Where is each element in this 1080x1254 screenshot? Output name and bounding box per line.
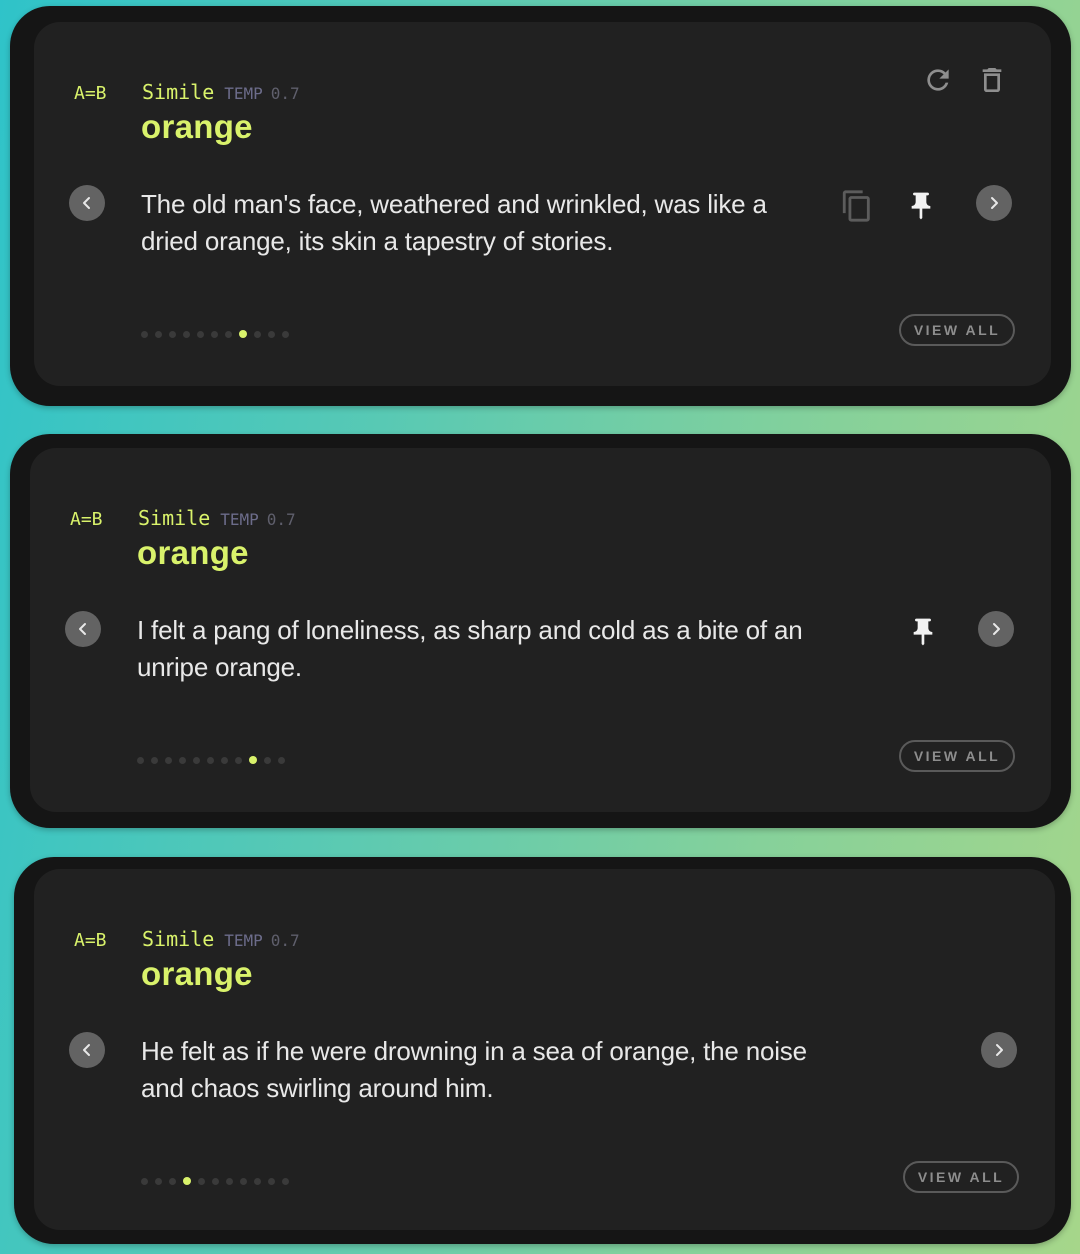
pagination-dot[interactable] xyxy=(198,1177,205,1185)
pagination-dot-active[interactable] xyxy=(239,330,247,338)
pagination-dot[interactable] xyxy=(197,330,204,338)
card-body: A=B Simile TEMP 0.7 orange He felt as if… xyxy=(34,869,1055,1230)
pagination-dot[interactable] xyxy=(264,756,271,764)
sentence-text: He felt as if he were drowning in a sea … xyxy=(141,1036,807,1103)
pagination-dot[interactable] xyxy=(235,756,242,764)
chevron-right-icon xyxy=(996,1044,1003,1056)
pagination-dot[interactable] xyxy=(212,1177,219,1185)
pagination-dot-active[interactable] xyxy=(183,1177,191,1185)
pagination-dot[interactable] xyxy=(155,330,162,338)
pagination-dot-active[interactable] xyxy=(249,756,257,764)
pagination-dot[interactable] xyxy=(207,756,214,764)
pagination-dot[interactable] xyxy=(155,1177,162,1185)
word-title: orange xyxy=(141,108,253,145)
pagination-dot[interactable] xyxy=(211,330,218,338)
card-header: A=B Simile TEMP 0.7 xyxy=(74,927,300,951)
type-label: Simile xyxy=(142,927,215,951)
prev-button[interactable] xyxy=(69,1032,105,1068)
pagination-dot[interactable] xyxy=(254,330,261,338)
temp-label: TEMP xyxy=(224,931,263,950)
next-button[interactable] xyxy=(978,611,1014,647)
type-label: Simile xyxy=(142,80,215,104)
temp-value: 0.7 xyxy=(270,931,300,950)
temp-label: TEMP xyxy=(224,84,263,103)
view-all-button[interactable]: VIEW ALL xyxy=(899,740,1015,772)
pagination-dot[interactable] xyxy=(151,756,158,764)
temp-value: 0.7 xyxy=(266,510,296,529)
card-header: A=B Simile TEMP 0.7 xyxy=(70,506,296,530)
copy-icon[interactable] xyxy=(838,186,876,226)
next-button[interactable] xyxy=(976,185,1012,221)
sentence-text: I felt a pang of loneliness, as sharp an… xyxy=(137,615,803,682)
pagination-dot[interactable] xyxy=(137,756,144,764)
pagination-dot[interactable] xyxy=(165,756,172,764)
pagination-dot[interactable] xyxy=(169,330,176,338)
pagination-dot[interactable] xyxy=(141,1177,148,1185)
pagination-dot[interactable] xyxy=(278,756,285,764)
pagination-dots[interactable] xyxy=(137,756,285,764)
chevron-left-icon xyxy=(79,623,86,635)
pagination-dot[interactable] xyxy=(240,1177,247,1185)
next-button[interactable] xyxy=(981,1032,1017,1068)
relation-label: A=B xyxy=(70,509,103,530)
view-all-button[interactable]: VIEW ALL xyxy=(903,1161,1019,1193)
pin-icon[interactable] xyxy=(904,612,942,652)
temp-label: TEMP xyxy=(220,510,259,529)
pagination-dot[interactable] xyxy=(179,756,186,764)
temp-value: 0.7 xyxy=(270,84,300,103)
simile-card-2: A=B Simile TEMP 0.7 orange I felt a pang… xyxy=(10,434,1071,828)
pagination-dot[interactable] xyxy=(225,330,232,338)
type-label: Simile xyxy=(138,506,211,530)
word-title: orange xyxy=(141,955,253,992)
pagination-dot[interactable] xyxy=(254,1177,261,1185)
chevron-right-icon xyxy=(991,197,998,209)
word-title: orange xyxy=(137,534,249,571)
chevron-left-icon xyxy=(83,1044,90,1056)
card-header: A=B Simile TEMP 0.7 xyxy=(74,80,300,104)
pagination-dot[interactable] xyxy=(141,330,148,338)
prev-button[interactable] xyxy=(69,185,105,221)
pagination-dot[interactable] xyxy=(282,1177,289,1185)
trash-icon[interactable] xyxy=(974,62,1010,98)
pin-icon[interactable] xyxy=(902,186,940,226)
simile-card-3: A=B Simile TEMP 0.7 orange He felt as if… xyxy=(14,857,1071,1244)
pagination-dot[interactable] xyxy=(268,1177,275,1185)
pagination-dots[interactable] xyxy=(141,1177,289,1185)
prev-button[interactable] xyxy=(65,611,101,647)
refresh-icon[interactable] xyxy=(920,62,956,98)
chevron-left-icon xyxy=(83,197,90,209)
pagination-dot[interactable] xyxy=(268,330,275,338)
relation-label: A=B xyxy=(74,930,107,951)
simile-card-1: A=B Simile TEMP 0.7 orange The old man's… xyxy=(10,6,1071,406)
pagination-dot[interactable] xyxy=(226,1177,233,1185)
pagination-dots[interactable] xyxy=(141,330,289,338)
pagination-dot[interactable] xyxy=(282,330,289,338)
card-body: A=B Simile TEMP 0.7 orange The old man's… xyxy=(34,22,1051,386)
pagination-dot[interactable] xyxy=(221,756,228,764)
view-all-button[interactable]: VIEW ALL xyxy=(899,314,1015,346)
pagination-dot[interactable] xyxy=(193,756,200,764)
card-body: A=B Simile TEMP 0.7 orange I felt a pang… xyxy=(30,448,1051,812)
sentence-text: The old man's face, weathered and wrinkl… xyxy=(141,189,767,256)
chevron-right-icon xyxy=(993,623,1000,635)
pagination-dot[interactable] xyxy=(183,330,190,338)
pagination-dot[interactable] xyxy=(169,1177,176,1185)
relation-label: A=B xyxy=(74,83,107,104)
